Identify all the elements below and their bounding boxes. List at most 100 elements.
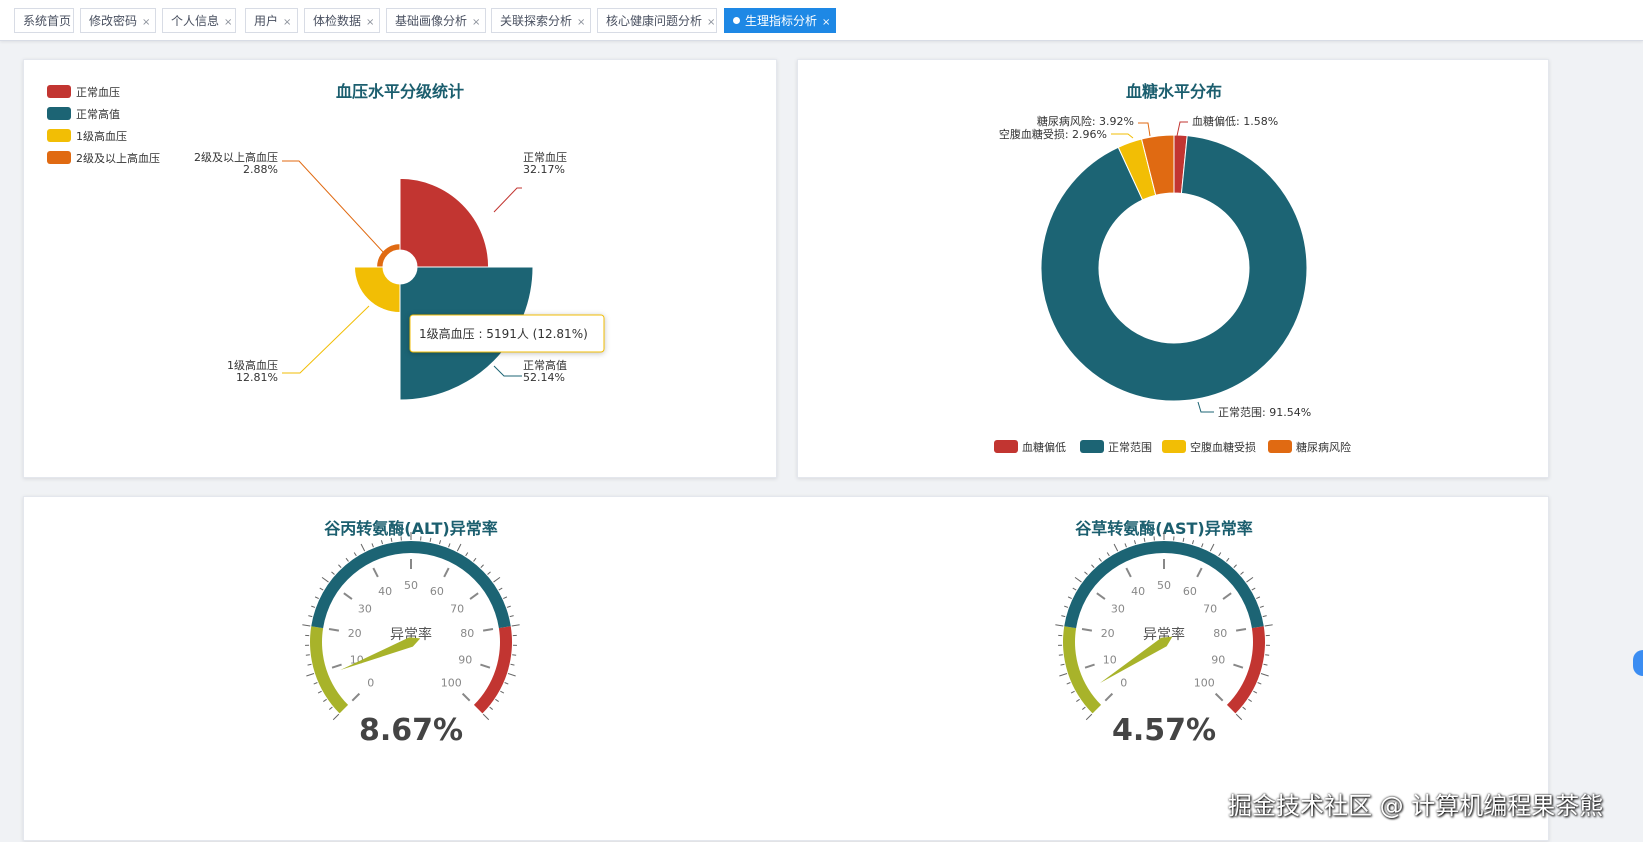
bp-legend-swatch	[47, 151, 71, 164]
gauge-tick-label: 0	[367, 676, 374, 689]
gauge-tick	[503, 597, 507, 599]
gauge-tick	[511, 664, 515, 665]
gauge-tick	[331, 572, 334, 575]
gauge-tick-label: 20	[348, 627, 362, 640]
tab-label: 用户	[254, 14, 278, 28]
gauge-tick-label: 50	[404, 579, 418, 592]
tab-close-icon[interactable]: ×	[224, 17, 232, 28]
tab-8[interactable]: 生理指标分析 ×	[724, 8, 836, 33]
gauge-tick	[1059, 655, 1063, 656]
bp-label-pct: 2.88%	[243, 163, 278, 176]
gauge-split-line	[1126, 568, 1131, 577]
bp-legend-swatch	[47, 85, 71, 98]
gauge-split-line	[483, 629, 493, 631]
tab-close-icon[interactable]: ×	[283, 17, 291, 28]
gauge-tick	[1099, 558, 1101, 561]
bp-legend-label: 1级高血压	[76, 129, 127, 143]
tab-5[interactable]: 基础画像分析×	[386, 8, 486, 33]
gauge-band	[474, 626, 512, 713]
gauge-tick	[318, 691, 322, 693]
bp-rose-sector	[400, 178, 489, 267]
bp-tooltip: 1级高血压 : 5191人 (12.81%)	[410, 315, 604, 352]
glucose-label-line	[1177, 122, 1188, 136]
gauge-tick-label: 40	[378, 585, 392, 598]
gauge-tick	[346, 558, 348, 561]
gauge-tick-label: 70	[1203, 602, 1217, 615]
gauge-tick	[1264, 664, 1268, 665]
gauge-tick-label: 70	[450, 602, 464, 615]
gauge-tick	[1219, 553, 1221, 556]
bp-legend-label: 正常血压	[76, 85, 120, 99]
gauge-tick	[495, 699, 498, 701]
glucose-label: 正常范围: 91.54%	[1218, 405, 1311, 419]
gauge-tick-label: 30	[358, 602, 372, 615]
watermark-text: 掘金技术社区 @ 计算机编程果茶熊	[1228, 786, 1603, 821]
gauge-split-line	[1105, 694, 1112, 701]
tab-close-icon[interactable]: ×	[142, 17, 150, 28]
glucose-donut-chart: 血糖水平分布血糖偏低: 1.58% 正常范围: 91.54% 空腹血糖受损: 2.9…	[798, 60, 1550, 479]
bp-legend-label: 正常高值	[76, 107, 120, 121]
gauge-tick	[1243, 707, 1246, 710]
glucose-legend-swatch	[1268, 440, 1292, 453]
tab-4[interactable]: 体检数据 ×	[304, 8, 380, 33]
glucose-label-line	[1198, 402, 1214, 412]
gauge-tick	[1265, 625, 1273, 626]
glucose-label: 空腹血糖受损: 2.96%	[999, 127, 1107, 141]
tab-close-icon[interactable]: ×	[577, 17, 585, 28]
glucose-label: 血糖偏低: 1.58%	[1192, 114, 1278, 128]
tab-label: 体检数据	[313, 14, 361, 28]
tab-close-icon[interactable]: ×	[472, 17, 480, 28]
gauge-tick	[1265, 655, 1269, 656]
gauge-tick	[1258, 683, 1262, 685]
bp-legend-label: 2级及以上高血压	[76, 151, 160, 165]
gauge-tick	[391, 538, 392, 542]
tab-label: 系统首页	[23, 14, 71, 28]
gauge-tick	[500, 691, 504, 693]
gauge-tick	[1263, 616, 1267, 617]
tab-0[interactable]: 系统首页	[14, 8, 74, 33]
gauge-split-line	[1082, 629, 1092, 631]
gauge-tick	[1247, 577, 1253, 582]
bp-label-name: 1级高血压	[227, 358, 278, 372]
gauge-tick	[1134, 540, 1135, 544]
tab-close-icon[interactable]: ×	[707, 17, 715, 28]
side-float-button[interactable]	[1633, 650, 1643, 676]
bp-chart-card: 血压水平分级统计正常血压正常高值1级高血压2级及以上高血压正常血压32.17%正…	[23, 59, 777, 478]
gauge-split-line	[463, 694, 470, 701]
gauge-tick	[1086, 714, 1092, 720]
gauge-split-line	[1085, 665, 1095, 668]
gauge-tick-label: 10	[1103, 654, 1117, 667]
tab-1[interactable]: 修改密码×	[80, 8, 156, 33]
bp-label-pct: 32.17%	[523, 163, 565, 176]
tab-close-icon[interactable]: ×	[822, 17, 830, 28]
tab-7[interactable]: 核心健康问题分析×	[597, 8, 717, 33]
gauge-split-line	[1223, 593, 1231, 599]
gauge-tick	[449, 543, 450, 547]
gauge-tick-label: 80	[460, 627, 474, 640]
gauge-tick	[1236, 714, 1242, 720]
gauge-tick	[1071, 691, 1075, 693]
gauge-tick-label: 20	[1101, 627, 1115, 640]
glucose-legend-swatch	[1162, 440, 1186, 453]
tab-3[interactable]: 用户 ×	[245, 8, 298, 33]
tab-label: 生理指标分析	[745, 14, 817, 28]
gauge-tick-label: 100	[1194, 676, 1215, 689]
tab-label: 个人信息	[171, 14, 219, 28]
glucose-legend-label: 糖尿病风险	[1296, 440, 1351, 454]
bp-label-line	[494, 366, 522, 376]
tab-6[interactable]: 关联探索分析×	[491, 8, 591, 33]
gauge-tick-label: 90	[1211, 654, 1225, 667]
gauge-tick	[329, 707, 332, 710]
gauge-tick	[1082, 707, 1085, 710]
tab-2[interactable]: 个人信息 ×	[162, 8, 236, 33]
gauge-band	[1227, 626, 1265, 713]
gauge-tick	[510, 616, 514, 617]
gauge-tick	[494, 577, 500, 582]
glucose-title: 血糖水平分布	[1126, 82, 1222, 101]
gauge-tick	[481, 565, 484, 568]
gauge-tick	[1241, 572, 1244, 575]
gauge-tick	[1075, 577, 1081, 582]
tab-close-icon[interactable]: ×	[366, 17, 374, 28]
glucose-legend-label: 空腹血糖受损	[1190, 440, 1256, 454]
gauge-tick	[430, 538, 431, 542]
